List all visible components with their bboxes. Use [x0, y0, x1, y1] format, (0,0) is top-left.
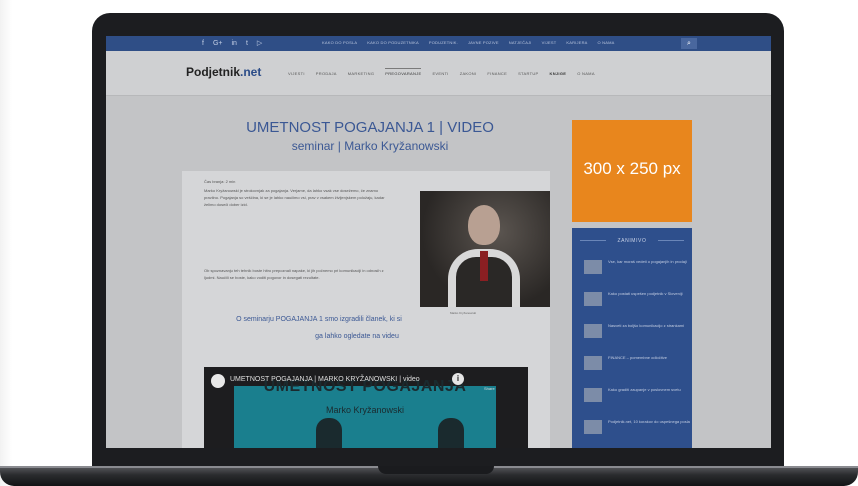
utility-link[interactable]: KAKO DO POSLA — [322, 40, 357, 45]
widget-item-thumb[interactable] — [584, 388, 602, 402]
widget-item[interactable]: Vse, kar moraš vedeti o pogajanjih in pr… — [584, 258, 688, 280]
utility-link[interactable]: VIJEST — [542, 40, 557, 45]
utility-link[interactable]: KARIJERA — [566, 40, 587, 45]
widget-item[interactable]: FINANCE – pomembne odločitve — [584, 354, 688, 376]
ad-banner[interactable]: 300 x 250 px — [572, 120, 692, 222]
utility-bar: f G+ in t ▷ KAKO DO POSLA KAKO DO PODUZE… — [106, 36, 771, 51]
search-button[interactable]: ⌕ — [681, 38, 697, 49]
share-button[interactable]: Share — [484, 386, 495, 391]
site-header: Podjetnik.net VIJESTI PRODAJA MARKETING … — [106, 51, 771, 96]
video-title[interactable]: UMETNOST POGAJANJA | MARKO KRYŽANOWSKI |… — [230, 376, 420, 383]
video-player[interactable]: UMETNOST POGAJANJA Marko Kryžanowski UME… — [204, 367, 528, 448]
utility-links: KAKO DO POSLA KAKO DO PODUZETNIKA PODUZE… — [322, 40, 615, 45]
widget-item-title[interactable]: Kako postati uspešen podjetnik v Sloveni… — [608, 291, 690, 297]
laptop-screen: f G+ in t ▷ KAKO DO POSLA KAKO DO PODUZE… — [106, 36, 771, 448]
sidebar-widget: ZANIMIVO Vse, kar moraš vedeti o pogajan… — [572, 228, 692, 448]
linkedin-icon[interactable]: in — [232, 39, 237, 48]
photo-caption: Marko Kryžanowski — [450, 311, 477, 315]
article-quote: ga lahko ogledate na videu — [315, 333, 399, 340]
article-paragraph: Ob spoznavanju teh tehnik boste hitro pr… — [204, 268, 384, 280]
logo-suffix: .net — [240, 65, 262, 79]
twitter-icon[interactable]: t — [246, 39, 248, 48]
channel-avatar-icon[interactable] — [211, 374, 225, 388]
nav-item[interactable]: PRODAJA — [316, 71, 337, 76]
nav-item[interactable]: ZAKONI — [460, 71, 477, 76]
author-photo — [420, 191, 550, 307]
widget-item-title[interactable]: Vse, kar moraš vedeti o pogajanjih in pr… — [608, 259, 690, 265]
youtube-icon[interactable]: ▷ — [257, 39, 262, 48]
nav-item[interactable]: VIJESTI — [288, 71, 305, 76]
stage: f G+ in t ▷ KAKO DO POSLA KAKO DO PODUZE… — [0, 0, 858, 486]
widget-item[interactable]: Kako graditi zaupanje v poslovnem svetu — [584, 386, 688, 408]
nav-item[interactable]: KNJIGE — [550, 71, 567, 76]
widget-title: ZANIMIVO — [617, 238, 647, 244]
nav-item[interactable]: O NAMA — [577, 71, 595, 76]
widget-item-title[interactable]: Podjetnik.net, 10 korakov do uspešnega p… — [608, 419, 690, 425]
utility-link[interactable]: KAKO DO PODUZETNIKA — [367, 40, 419, 45]
social-links: f G+ in t ▷ — [202, 39, 262, 48]
video-thumb-subtitle: Marko Kryžanowski — [325, 405, 405, 415]
search-icon: ⌕ — [687, 40, 691, 47]
widget-item-thumb[interactable] — [584, 420, 602, 434]
widget-item[interactable]: Nasveti za boljšo komunikacijo z stranka… — [584, 322, 688, 344]
utility-link[interactable]: PODUZETNIK. — [429, 40, 458, 45]
googleplus-icon[interactable]: G+ — [213, 39, 223, 48]
info-icon[interactable]: i — [452, 373, 464, 385]
nav-item[interactable]: EVENTI — [432, 71, 448, 76]
widget-item-thumb[interactable] — [584, 292, 602, 306]
read-time: Čas branja: 2 min — [204, 179, 236, 184]
utility-link[interactable]: NATJEČAJI — [509, 40, 532, 45]
site-logo[interactable]: Podjetnik.net — [186, 65, 261, 79]
widget-item-thumb[interactable] — [584, 324, 602, 338]
nav-item[interactable]: FINANCE — [487, 71, 507, 76]
article-paragraph: Marko Kryžanowski je strokovnjak za poga… — [204, 188, 385, 207]
left-edge — [0, 0, 12, 486]
ad-size-label: 300 x 250 px — [583, 159, 681, 178]
widget-item-title[interactable]: Kako graditi zaupanje v poslovnem svetu — [608, 387, 690, 393]
widget-item-title[interactable]: Nasveti za boljšo komunikacijo z stranka… — [608, 323, 690, 329]
widget-item[interactable]: Podjetnik.net, 10 korakov do uspešnega p… — [584, 418, 690, 440]
article-subtitle: seminar | Marko Kryžanowski — [291, 139, 449, 153]
widget-item-thumb[interactable] — [584, 356, 602, 370]
utility-link[interactable]: JAVNE POZIVE — [468, 40, 499, 45]
widget-item-thumb[interactable] — [584, 260, 602, 274]
nav-item[interactable]: MARKETING — [348, 71, 374, 76]
nav-item[interactable]: STARTUP — [518, 71, 538, 76]
widget-item-title[interactable]: FINANCE – pomembne odločitve — [608, 355, 690, 361]
logo-main: Podjetnik — [186, 65, 241, 79]
facebook-icon[interactable]: f — [202, 39, 204, 48]
article-quote: O seminarju POGAJANJA 1 smo izgradili čl… — [236, 316, 402, 323]
utility-link[interactable]: O NAMA — [598, 40, 615, 45]
nav-item-active[interactable]: PREGOVARANJE — [385, 68, 422, 76]
laptop-hinge-notch — [378, 466, 494, 474]
main-nav: VIJESTI PRODAJA MARKETING PREGOVARANJE E… — [288, 68, 595, 76]
widget-item[interactable]: Kako postati uspešen podjetnik v Sloveni… — [584, 290, 688, 312]
article-title: UMETNOST POGAJANJA 1 | VIDEO — [246, 119, 494, 136]
